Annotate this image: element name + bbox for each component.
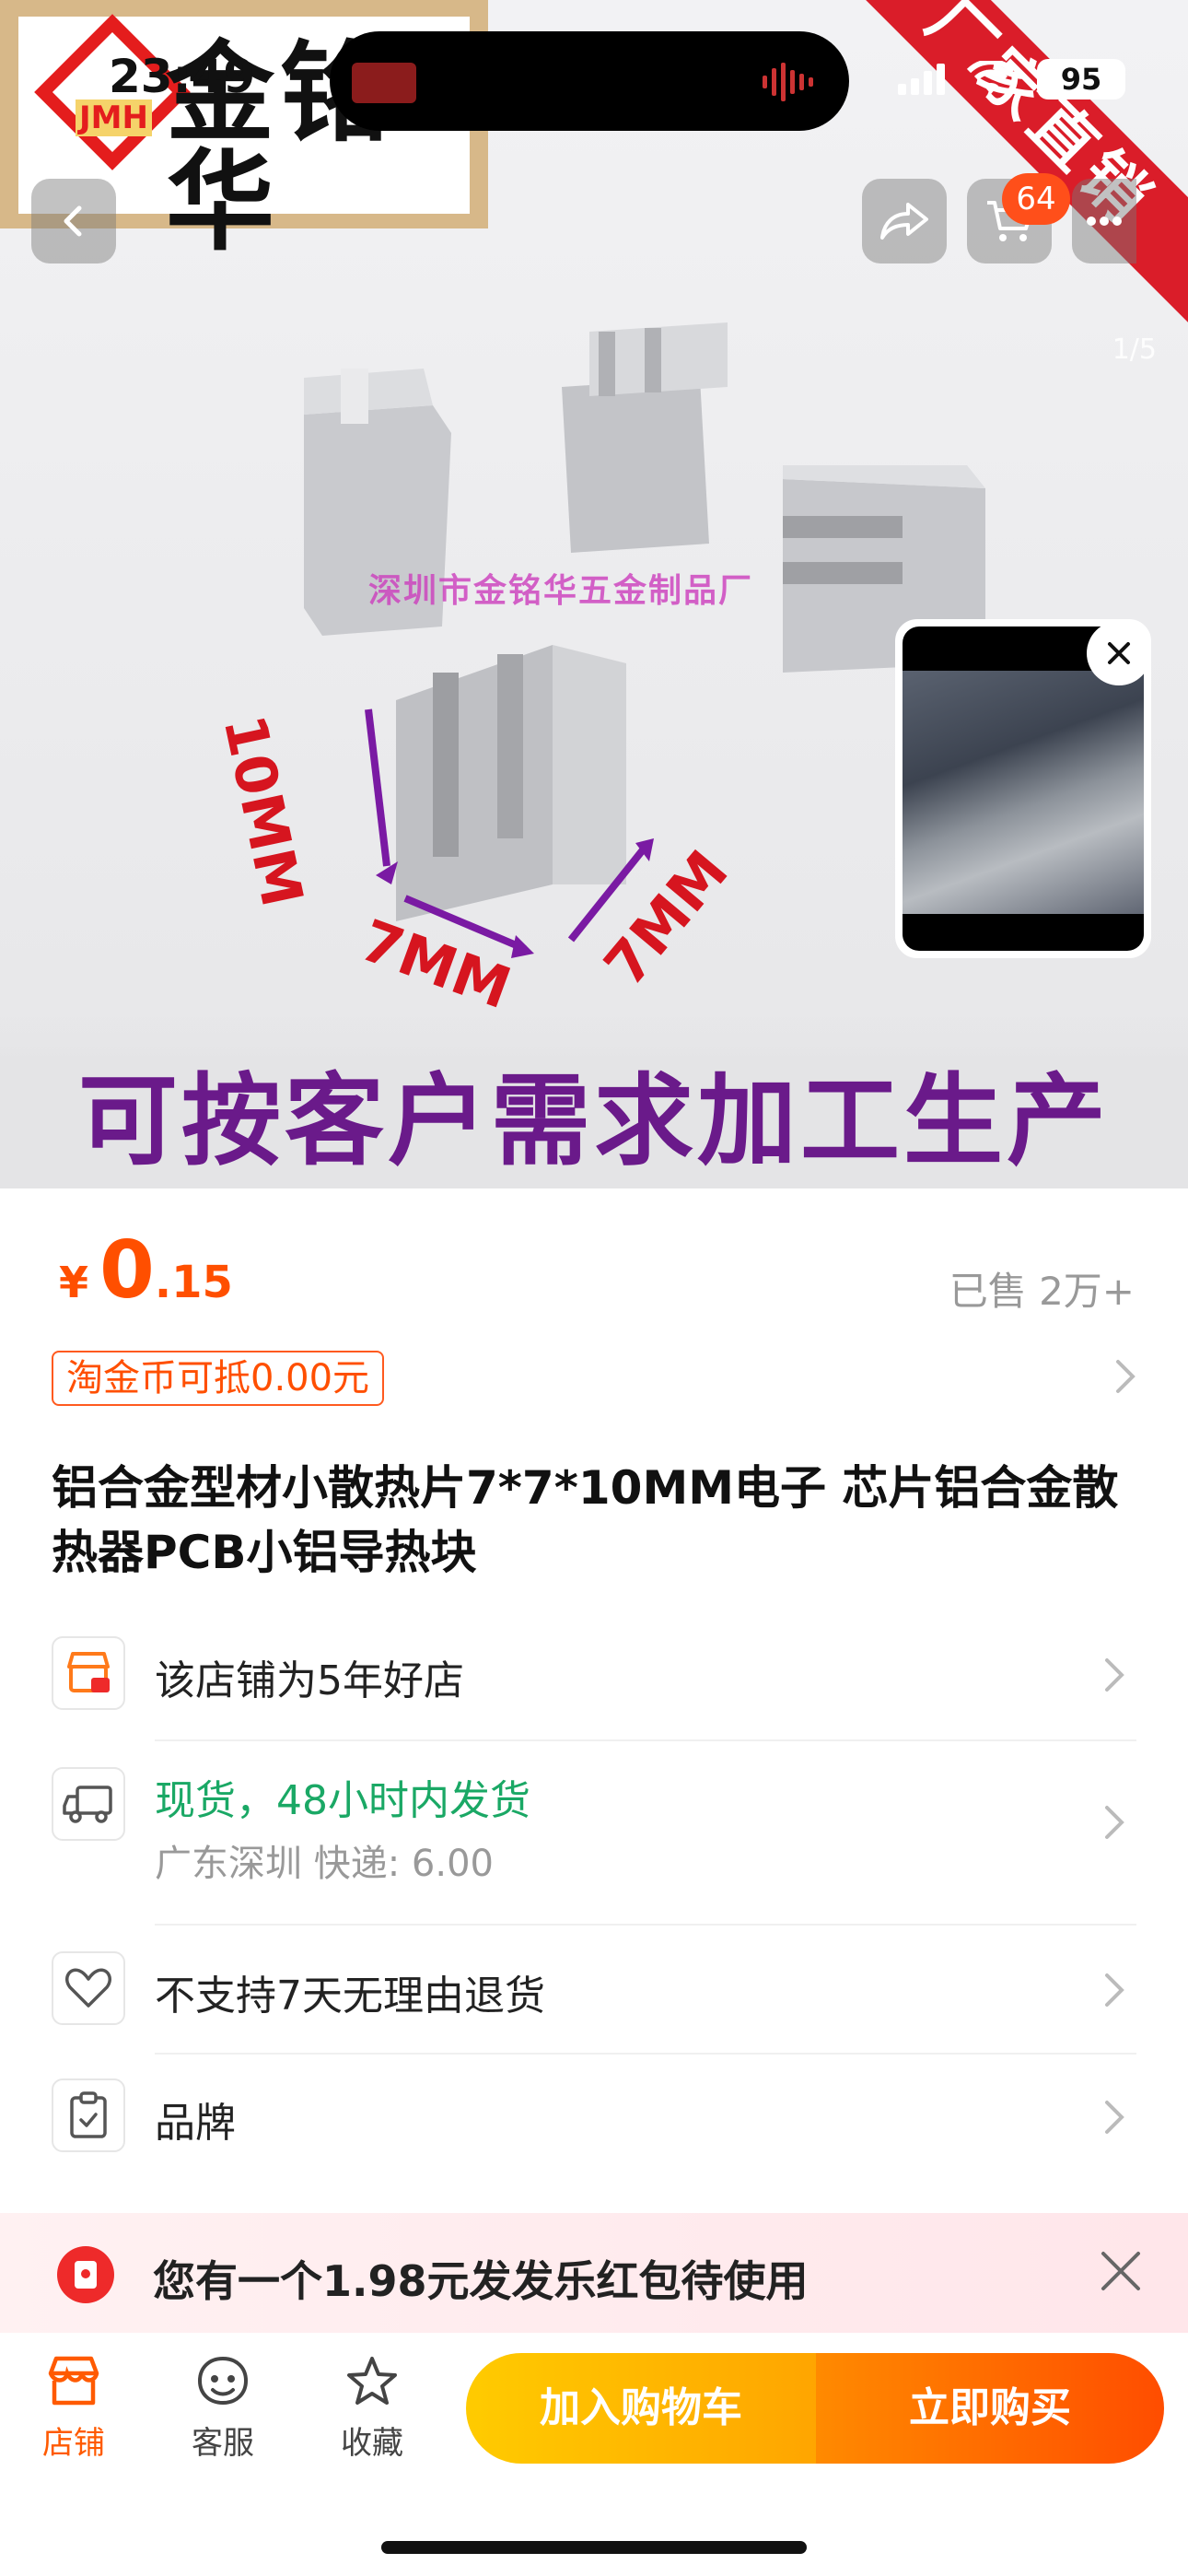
chevron-right-icon [1105, 1973, 1124, 2007]
returns-policy-text: 不支持7天无理由退货 [155, 1973, 545, 2020]
sold-count: 已售 2万+ [949, 1269, 1135, 1314]
home-indicator [381, 2541, 807, 2554]
logo-badge: JMH [76, 100, 152, 136]
chevron-right-icon [1105, 2101, 1124, 2134]
dynamic-island [330, 31, 849, 131]
divider [155, 1739, 1136, 1741]
status-icons: 95 [898, 59, 1125, 100]
add-to-cart-button[interactable]: 加入购物车 [466, 2353, 816, 2464]
chat-face-icon [197, 2356, 249, 2406]
buy-now-button[interactable]: 立即购买 [816, 2353, 1164, 2464]
product-title: 铝合金型材小散热片7*7*10MM电子 芯片铝合金散热器PCB小铝导热块 [52, 1461, 1119, 1579]
favorite-label: 收藏 [341, 2425, 403, 2462]
status-time: 23:49 [109, 50, 256, 103]
share-icon [880, 203, 928, 240]
price-decimal: .15 [154, 1257, 233, 1308]
video-close-button[interactable] [1087, 621, 1151, 685]
image-counter: 1/5 [1112, 334, 1157, 366]
store-icon [48, 2356, 99, 2406]
star-icon [347, 2357, 397, 2405]
store-tab[interactable]: 店铺 [18, 2355, 129, 2463]
customer-service-tab[interactable]: 客服 [168, 2355, 278, 2463]
back-button[interactable] [31, 179, 116, 263]
more-button[interactable] [1072, 179, 1136, 263]
price-currency: ¥ [59, 1258, 89, 1307]
price: ¥ 0 .15 [59, 1231, 233, 1323]
chevron-right-icon [1105, 1658, 1124, 1692]
brand-row[interactable]: 品牌 [52, 2078, 1136, 2158]
live-activity-thumbnail [352, 63, 416, 103]
chevron-left-icon [64, 205, 82, 237]
store-rating-text: 该店铺为5年好店 [155, 1657, 464, 1704]
divider [155, 2053, 1136, 2055]
factory-watermark: 深圳市金铭华五金制品厂 [368, 572, 754, 610]
heart-icon [52, 1951, 125, 2025]
shipping-origin-fee: 广东深圳 快递: 6.00 [155, 1843, 494, 1885]
price-integer: 0 [99, 1224, 155, 1317]
store-icon [52, 1636, 125, 1710]
cellular-signal-icon [898, 64, 945, 95]
shipping-availability: 现货，48小时内发货 [155, 1777, 530, 1824]
more-dots-icon [1087, 217, 1122, 226]
returns-row[interactable]: 不支持7天无理由退货 [52, 1951, 1136, 2031]
wifi-icon [966, 61, 1016, 94]
truck-icon [52, 1767, 125, 1841]
store-tab-label: 店铺 [42, 2425, 105, 2462]
clipboard-icon [52, 2078, 125, 2152]
chevron-right-icon [1105, 1806, 1124, 1839]
red-packet-icon [57, 2246, 114, 2303]
hero-caption: 可按客户需求加工生产 [0, 1013, 1188, 1188]
battery-indicator: 95 [1037, 59, 1125, 100]
customer-service-label: 客服 [192, 2425, 254, 2462]
audio-wave-icon [763, 63, 813, 101]
share-button[interactable] [862, 179, 947, 263]
store-rating-row[interactable]: 该店铺为5年好店 [52, 1636, 1136, 1715]
brand-label: 品牌 [155, 2100, 236, 2147]
close-icon[interactable] [1094, 2244, 1147, 2298]
shipping-row[interactable]: 现货，48小时内发货 广东深圳 快递: 6.00 [52, 1767, 1136, 1905]
video-frame [903, 671, 1144, 914]
taojinbi-discount-tag[interactable]: 淘金币可抵0.00元 [52, 1351, 385, 1406]
favorite-tab[interactable]: 收藏 [317, 2355, 427, 2463]
red-packet-text: 您有一个1.98元发发乐红包待使用 [153, 2256, 809, 2306]
close-icon [1108, 642, 1130, 664]
cart-count-badge: 64 [1002, 173, 1070, 225]
red-packet-banner[interactable]: 您有一个1.98元发发乐红包待使用 [0, 2213, 1188, 2333]
divider [155, 1924, 1136, 1926]
chevron-right-icon[interactable] [1114, 1358, 1136, 1395]
